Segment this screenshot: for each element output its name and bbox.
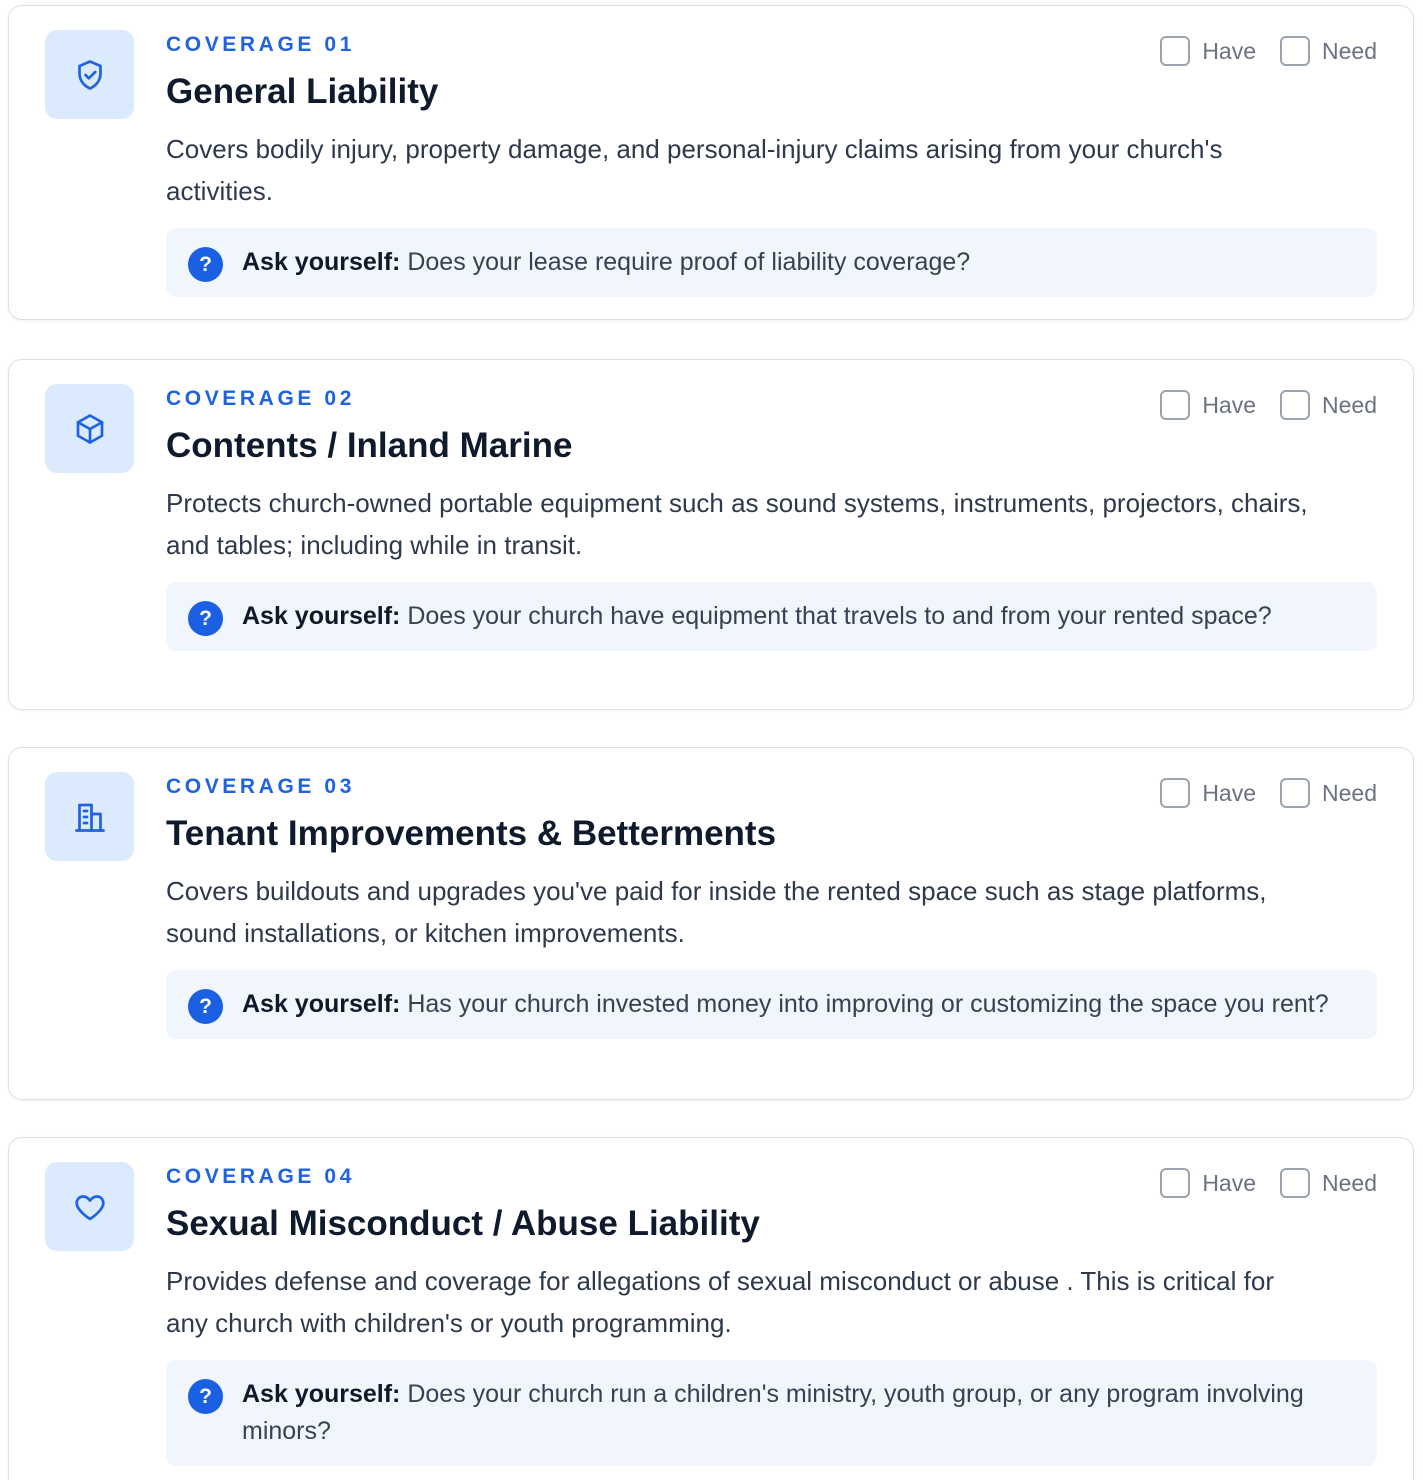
ask-yourself-box: ? Ask yourself: Does your church have eq… bbox=[166, 582, 1377, 651]
need-label: Need bbox=[1322, 391, 1377, 418]
have-checkbox[interactable]: Have bbox=[1160, 390, 1256, 420]
checkbox-box[interactable] bbox=[1160, 36, 1191, 66]
coverage-card: COVERAGE 02 Contents / Inland Marine Pro… bbox=[8, 359, 1414, 710]
ask-yourself-label: Ask yourself: bbox=[242, 990, 408, 1018]
building-icon bbox=[74, 803, 105, 832]
shield-check-icon bbox=[77, 59, 102, 90]
have-checkbox[interactable]: Have bbox=[1160, 1168, 1256, 1198]
icon-tile bbox=[45, 384, 134, 473]
box-icon bbox=[76, 413, 103, 444]
need-label: Need bbox=[1322, 1169, 1377, 1196]
ask-yourself-box: ? Ask yourself: Has your church invested… bbox=[166, 970, 1377, 1039]
ask-yourself-label: Ask yourself: bbox=[242, 1380, 408, 1408]
need-checkbox[interactable]: Need bbox=[1280, 778, 1377, 808]
have-need-toggles: Have Need bbox=[1136, 1168, 1377, 1198]
need-label: Need bbox=[1322, 779, 1377, 806]
coverage-title: Tenant Improvements & Betterments bbox=[166, 814, 777, 853]
icon-tile bbox=[45, 30, 134, 119]
have-label: Have bbox=[1202, 391, 1257, 418]
checkbox-box[interactable] bbox=[1160, 1168, 1191, 1198]
ask-yourself-text: Does your church have equipment that tra… bbox=[407, 602, 1272, 630]
checkbox-box[interactable] bbox=[1280, 390, 1311, 420]
checkbox-box[interactable] bbox=[1280, 1168, 1311, 1198]
have-checkbox[interactable]: Have bbox=[1160, 36, 1256, 66]
checkbox-box[interactable] bbox=[1280, 36, 1311, 66]
coverage-list: COVERAGE 01 General Liability Covers bod… bbox=[0, 0, 1423, 1480]
icon-tile bbox=[45, 772, 134, 861]
coverage-title: Contents / Inland Marine bbox=[166, 426, 573, 465]
coverage-card: COVERAGE 01 General Liability Covers bod… bbox=[8, 5, 1414, 320]
have-label: Have bbox=[1202, 779, 1257, 806]
coverage-description: Provides defense and coverage for allega… bbox=[166, 1266, 1274, 1338]
checkbox-box[interactable] bbox=[1160, 390, 1191, 420]
have-need-toggles: Have Need bbox=[1136, 390, 1377, 420]
question-icon: ? bbox=[188, 989, 223, 1024]
question-icon: ? bbox=[188, 601, 223, 636]
need-checkbox[interactable]: Need bbox=[1280, 390, 1377, 420]
have-label: Have bbox=[1202, 37, 1257, 64]
ask-yourself-text: Does your lease require proof of liabili… bbox=[407, 248, 971, 276]
ask-yourself-label: Ask yourself: bbox=[242, 248, 408, 276]
icon-tile bbox=[45, 1162, 134, 1251]
coverage-card: COVERAGE 03 Tenant Improvements & Better… bbox=[8, 747, 1414, 1100]
question-icon: ? bbox=[188, 1379, 223, 1414]
ask-yourself-label: Ask yourself: bbox=[242, 602, 408, 630]
have-need-toggles: Have Need bbox=[1136, 36, 1377, 66]
coverage-title: Sexual Misconduct / Abuse Liability bbox=[166, 1204, 760, 1243]
coverage-title: General Liability bbox=[166, 72, 439, 111]
ask-yourself-text: Has your church invested money into impr… bbox=[407, 990, 1329, 1018]
need-checkbox[interactable]: Need bbox=[1280, 1168, 1377, 1198]
have-checkbox[interactable]: Have bbox=[1160, 778, 1256, 808]
ask-yourself-box: ? Ask yourself: Does your lease require … bbox=[166, 228, 1377, 297]
need-checkbox[interactable]: Need bbox=[1280, 36, 1377, 66]
coverage-description: Covers bodily injury, property damage, a… bbox=[166, 134, 1223, 206]
ask-yourself-box: ? Ask yourself: Does your church run a c… bbox=[166, 1360, 1377, 1466]
coverage-card: COVERAGE 04 Sexual Misconduct / Abuse Li… bbox=[8, 1137, 1414, 1480]
have-need-toggles: Have Need bbox=[1136, 778, 1377, 808]
have-label: Have bbox=[1202, 1169, 1257, 1196]
coverage-description: Covers buildouts and upgrades you've pai… bbox=[166, 876, 1267, 948]
need-label: Need bbox=[1322, 37, 1377, 64]
coverage-description: Protects church-owned portable equipment… bbox=[166, 488, 1308, 560]
question-icon: ? bbox=[188, 247, 223, 282]
heart-icon bbox=[74, 1194, 105, 1220]
checkbox-box[interactable] bbox=[1160, 778, 1191, 808]
checkbox-box[interactable] bbox=[1280, 778, 1311, 808]
